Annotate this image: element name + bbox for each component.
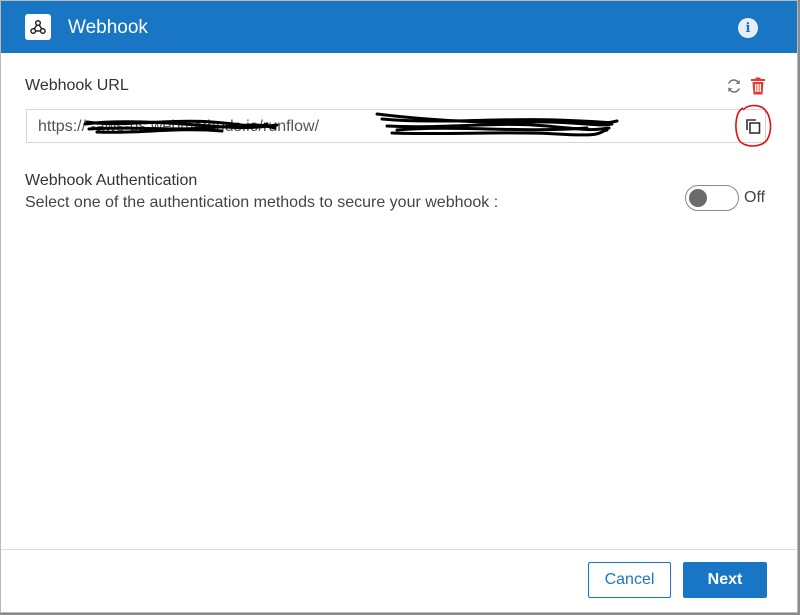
dialog-header: Webhook i xyxy=(1,1,797,53)
webhook-authentication-title: Webhook Authentication xyxy=(25,172,198,189)
cancel-button[interactable]: Cancel xyxy=(588,562,671,598)
webhook-url-value: https:// -aws-us.webmethods.io/runflow/ xyxy=(38,118,320,135)
toggle-state-label: Off xyxy=(744,189,766,206)
footer-divider xyxy=(1,549,797,550)
trash-icon[interactable] xyxy=(750,77,766,95)
refresh-icon[interactable] xyxy=(725,77,743,95)
dialog-title: Webhook xyxy=(68,17,148,38)
info-icon[interactable]: i xyxy=(738,18,758,38)
next-button[interactable]: Next xyxy=(683,562,767,598)
toggle-knob xyxy=(689,189,707,207)
webhook-dialog: Webhook i Webhook URL https:// -aws-us.w… xyxy=(0,0,798,613)
authentication-toggle[interactable] xyxy=(685,185,739,211)
webhook-icon xyxy=(25,14,51,40)
webhook-authentication-description: Select one of the authentication methods… xyxy=(25,194,499,211)
webhook-url-field[interactable]: https:// -aws-us.webmethods.io/runflow/ xyxy=(26,109,766,143)
webhook-url-label: Webhook URL xyxy=(25,77,129,94)
copy-icon[interactable] xyxy=(740,112,766,140)
